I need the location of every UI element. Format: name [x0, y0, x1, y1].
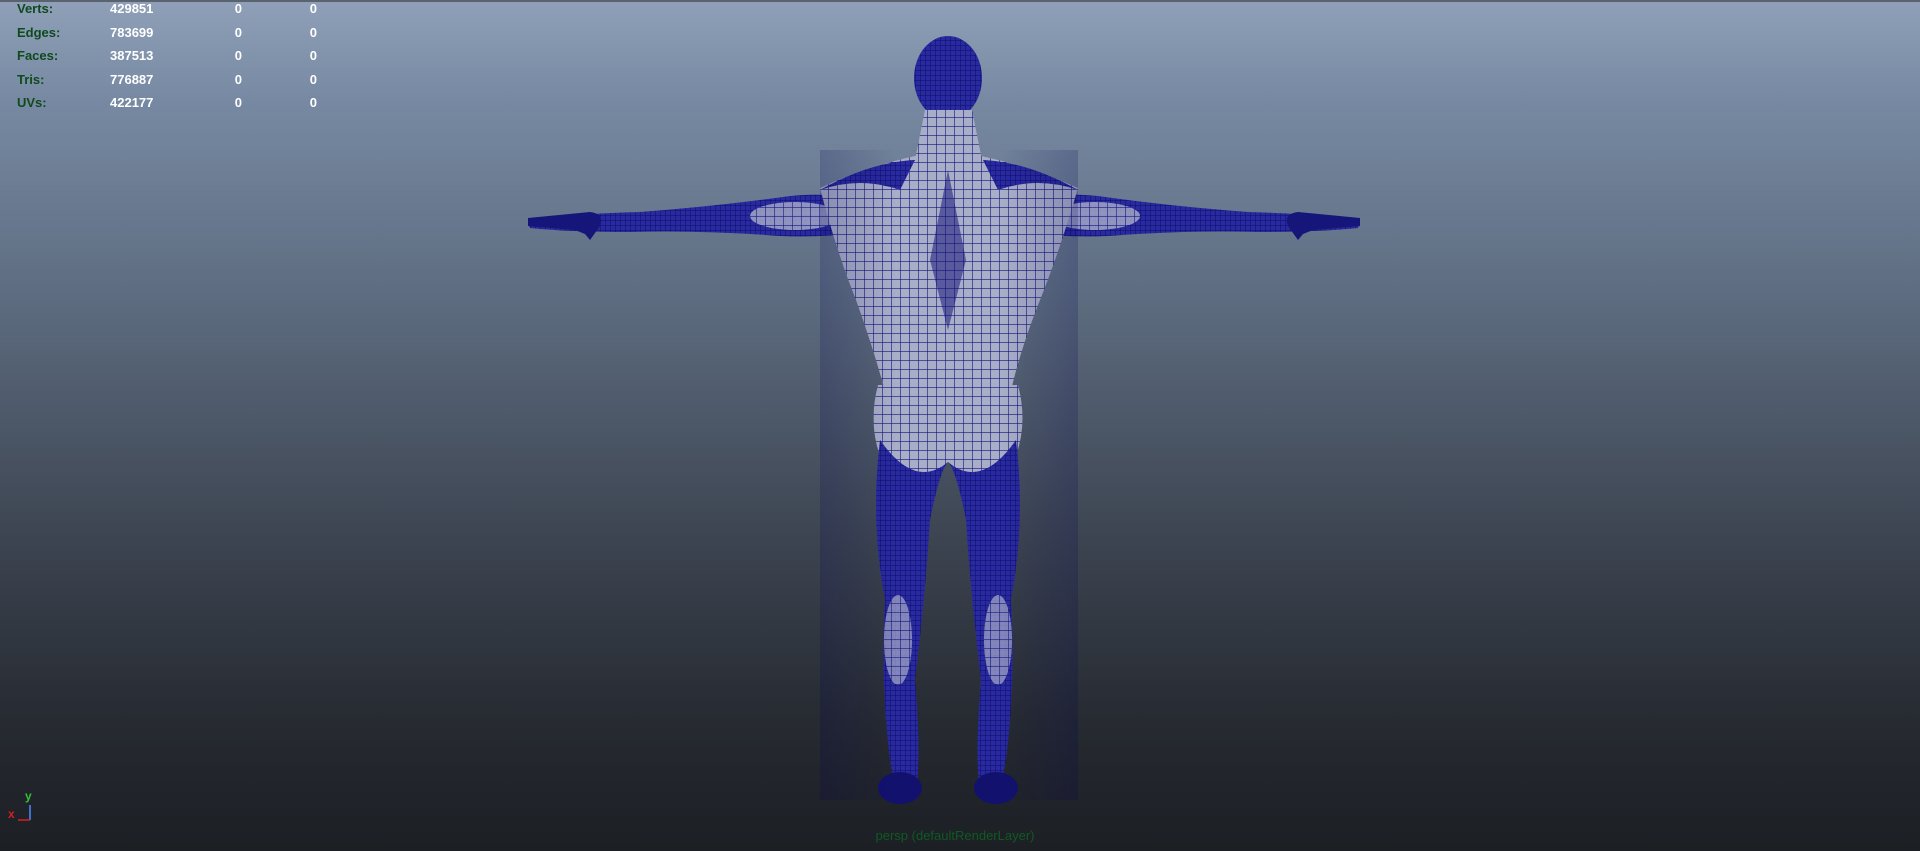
mesh-right-hand	[1286, 212, 1360, 240]
axis-x-label: x	[8, 807, 15, 821]
camera-label: persp (defaultRenderLayer)	[875, 828, 1035, 843]
wireframe-human-model[interactable]	[0, 0, 1920, 851]
axis-y-label: y	[25, 789, 32, 803]
viewport-perspective[interactable]: Verts: 429851 0 0 Edges: 783699 0 0 Face…	[0, 0, 1920, 851]
mesh-body	[528, 36, 1360, 804]
mesh-left-hand	[528, 212, 602, 240]
mesh-head	[914, 36, 982, 120]
axis-gizmo: y x	[6, 789, 46, 830]
mesh-shade-overlay	[820, 150, 1078, 800]
